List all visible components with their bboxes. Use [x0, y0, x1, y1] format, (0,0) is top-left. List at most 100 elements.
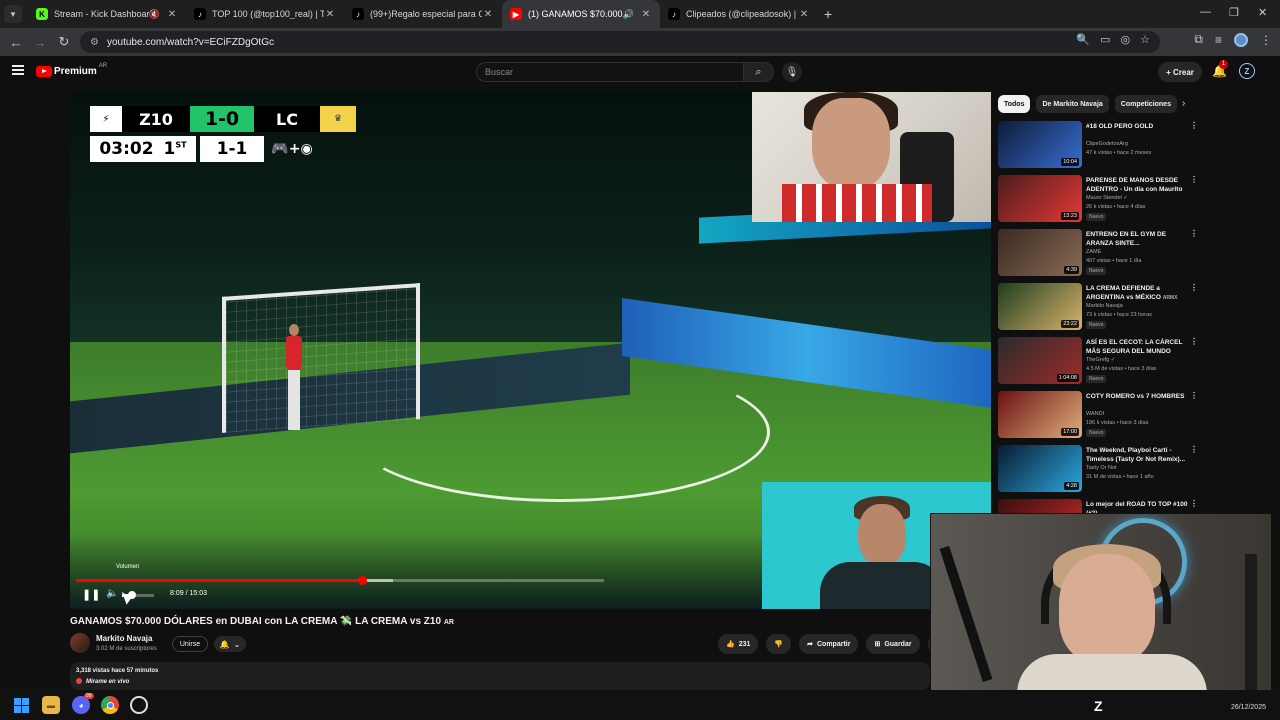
recommendation-title[interactable]: #18 OLD PERO GOLD — [1086, 122, 1190, 131]
chip-todos[interactable]: Todos — [998, 95, 1031, 113]
recommendation-title[interactable]: PARENSE DE MANOS DESDE ADENTRO - Un día … — [1086, 176, 1190, 194]
browser-right-actions: ⧉ ≡ ⋮ — [1194, 32, 1272, 47]
more-actions-icon[interactable]: ⋮ — [1190, 445, 1198, 454]
account-avatar[interactable]: Z — [1239, 63, 1255, 79]
close-icon[interactable]: ✕ — [166, 9, 178, 20]
rec-channel[interactable]: ClipeGodetosArg — [1086, 141, 1128, 147]
tab-tiktok-clipeados[interactable]: ♪ Clipeados (@clipeadosok) | TikT ✕ — [660, 0, 818, 28]
close-icon[interactable]: ✕ — [640, 9, 652, 20]
recommendation-title[interactable]: The Weeknd, Playboi Carti - Timeless (Ta… — [1086, 446, 1190, 464]
chevron-right-icon[interactable]: › — [1182, 98, 1185, 109]
eye-off-icon[interactable]: ◎ — [1121, 33, 1131, 46]
profile-avatar[interactable] — [1234, 32, 1248, 47]
close-icon[interactable]: ✕ — [482, 9, 494, 20]
chip-competiciones[interactable]: Competiciones — [1114, 95, 1177, 113]
subscription-bell-button[interactable]: 🔔 ⌄ — [214, 636, 246, 652]
media-controls-icon[interactable]: ≡ — [1215, 33, 1222, 47]
more-actions-icon[interactable]: ⋮ — [1190, 283, 1198, 292]
rec-channel[interactable]: Markito Navaja — [1086, 303, 1123, 309]
rec-channel[interactable]: ZAME — [1086, 249, 1101, 255]
tab-kick[interactable]: K Stream - Kick Dashboard 🔇 ✕ — [28, 0, 186, 28]
more-actions-icon[interactable]: ⋮ — [1190, 499, 1198, 508]
thumbnail[interactable]: 10:04 — [998, 121, 1082, 168]
file-explorer-icon[interactable]: ▬ — [42, 696, 60, 714]
recommendation-item[interactable]: 4:28 The Weeknd, Playboi Carti - Timeless… — [998, 445, 1198, 495]
volume-icon[interactable]: 🔈 — [106, 588, 118, 599]
scrubber-handle[interactable] — [358, 576, 368, 585]
menu-icon[interactable] — [12, 65, 24, 75]
chrome-icon[interactable] — [101, 696, 119, 714]
recommendation-title[interactable]: ENTRENO EN EL GYM DE ARANZA SINTE... — [1086, 230, 1190, 248]
screen: ▾ K Stream - Kick Dashboard 🔇 ✕ ♪ TOP 10… — [0, 0, 1280, 720]
cast-icon[interactable]: ▭ — [1100, 33, 1110, 46]
rec-channel[interactable]: Mauro Stendel ✓ — [1086, 195, 1128, 201]
pause-icon[interactable]: ❚❚ — [82, 588, 100, 601]
back-icon[interactable]: ← — [4, 35, 28, 50]
thumbnail[interactable]: 4:39 — [998, 229, 1082, 276]
rec-channel[interactable]: Tasty Or Not — [1086, 465, 1117, 471]
voice-search-button[interactable]: 🎙 — [782, 62, 802, 82]
search-button[interactable]: ⌕ — [744, 62, 774, 82]
more-actions-icon[interactable]: ⋮ — [1190, 229, 1198, 238]
recommendation-item[interactable]: 23:22 LA CREMA DEFIENDE a ARGENTINA vs MÉ… — [998, 283, 1198, 333]
forward-icon[interactable]: → — [28, 35, 52, 50]
thumbnail[interactable]: 13:23 — [998, 175, 1082, 222]
restore-icon[interactable]: ❐ — [1229, 6, 1239, 19]
recommendation-title[interactable]: ASÍ ES EL CECOT: LA CÁRCEL MÁS SEGURA DE… — [1086, 338, 1190, 356]
more-actions-icon[interactable]: ⋮ — [1190, 175, 1198, 184]
audio-playing-icon[interactable]: 🔊 — [623, 9, 634, 20]
search-input[interactable]: Buscar — [476, 62, 744, 82]
more-actions-icon[interactable]: ⋮ — [1190, 337, 1198, 346]
address-bar[interactable]: ⚙ youtube.com/watch?v=ECiFZDgOtGc — [80, 31, 1160, 53]
dislike-button[interactable]: 👎 — [766, 634, 792, 654]
progress-bar[interactable] — [76, 576, 604, 585]
chip-channel[interactable]: De Markito Navaja — [1036, 95, 1109, 113]
more-actions-icon[interactable]: ⋮ — [1190, 391, 1198, 400]
window-close-icon[interactable]: ✕ — [1258, 6, 1267, 19]
join-button[interactable]: Unirse — [172, 636, 208, 652]
muted-icon[interactable]: 🔇 — [149, 9, 160, 20]
recommendation-item[interactable]: 1:04:08 ASÍ ES EL CECOT: LA CÁRCEL MÁS SE… — [998, 337, 1198, 387]
recommendation-item[interactable]: 13:23 PARENSE DE MANOS DESDE ADENTRO - Un… — [998, 175, 1198, 225]
tab-search-dropdown[interactable]: ▾ — [4, 5, 22, 23]
zoom-icon[interactable]: 🔍 — [1076, 33, 1090, 46]
thumbnail[interactable]: 23:22 — [998, 283, 1082, 330]
bookmark-star-icon[interactable]: ☆ — [1140, 33, 1150, 46]
video-title-text: GANAMOS $70.000 DÓLARES en DUBAI con LA … — [70, 616, 442, 627]
create-button[interactable]: + Crear — [1158, 62, 1202, 82]
reload-icon[interactable]: ↻ — [52, 34, 76, 50]
rec-channel[interactable]: WANDI — [1086, 411, 1104, 417]
windows-start-icon[interactable] — [12, 696, 30, 714]
channel-avatar[interactable] — [70, 633, 90, 653]
tab-tiktok-top100[interactable]: ♪ TOP 100 (@top100_real) | TikTok ✕ — [186, 0, 344, 28]
save-button[interactable]: ⊞ Guardar — [866, 634, 920, 654]
recommendation-item[interactable]: 10:04 #18 OLD PERO GOLD ClipeGodetosArg 47 … — [998, 121, 1198, 171]
channel-name[interactable]: Markito Navaja — [96, 634, 152, 643]
thumbnail[interactable]: 4:28 — [998, 445, 1082, 492]
recommendation-title[interactable]: LA CREMA DEFIENDE a ARGENTINA vs MÉXICO … — [1086, 284, 1190, 302]
site-info-icon[interactable]: ⚙ — [90, 37, 99, 48]
video-player[interactable]: ⚡ Z10 1-0 LC ♛ 03:02 1ST 1-1 🎮+◉ Volumen… — [70, 92, 991, 609]
browser-menu-icon[interactable]: ⋮ — [1260, 33, 1272, 47]
thumbnail[interactable]: 17:00 — [998, 391, 1082, 438]
recommendation-title[interactable]: COTY ROMERO vs 7 HOMBRES — [1086, 392, 1190, 401]
more-actions-icon[interactable]: ⋮ — [1190, 121, 1198, 130]
share-button[interactable]: ➦ Compartir — [799, 634, 859, 654]
tab-tiktok-regalo[interactable]: ♪ (99+)Regalo especial para Cos ✕ — [344, 0, 502, 28]
thumbnail[interactable]: 1:04:08 — [998, 337, 1082, 384]
recommendation-item[interactable]: 4:39 ENTRENO EN EL GYM DE ARANZA SINTE...… — [998, 229, 1198, 279]
description-box[interactable] — [70, 662, 930, 690]
obs-icon[interactable] — [130, 696, 148, 714]
youtube-premium-logo[interactable]: Premium AR — [36, 63, 107, 77]
extensions-icon[interactable]: ⧉ — [1194, 32, 1203, 47]
minimize-icon[interactable]: — — [1200, 6, 1211, 18]
live-note[interactable]: Mírame en vivo — [76, 678, 129, 685]
like-button[interactable]: 👍 231 — [718, 634, 759, 654]
recommendation-item[interactable]: 17:00 COTY ROMERO vs 7 HOMBRES WANDI 196 k … — [998, 391, 1198, 441]
close-icon[interactable]: ✕ — [798, 9, 810, 20]
rec-stats: 47 k vistas • hace 2 meses — [1086, 150, 1152, 156]
new-tab-button[interactable]: + — [824, 6, 832, 22]
tab-youtube-active[interactable]: ▶ (1) GANAMOS $70.000 DÓ 🔊 ✕ — [502, 0, 660, 28]
rec-channel[interactable]: TheGrefg ✓ — [1086, 357, 1115, 363]
close-icon[interactable]: ✕ — [324, 9, 336, 20]
